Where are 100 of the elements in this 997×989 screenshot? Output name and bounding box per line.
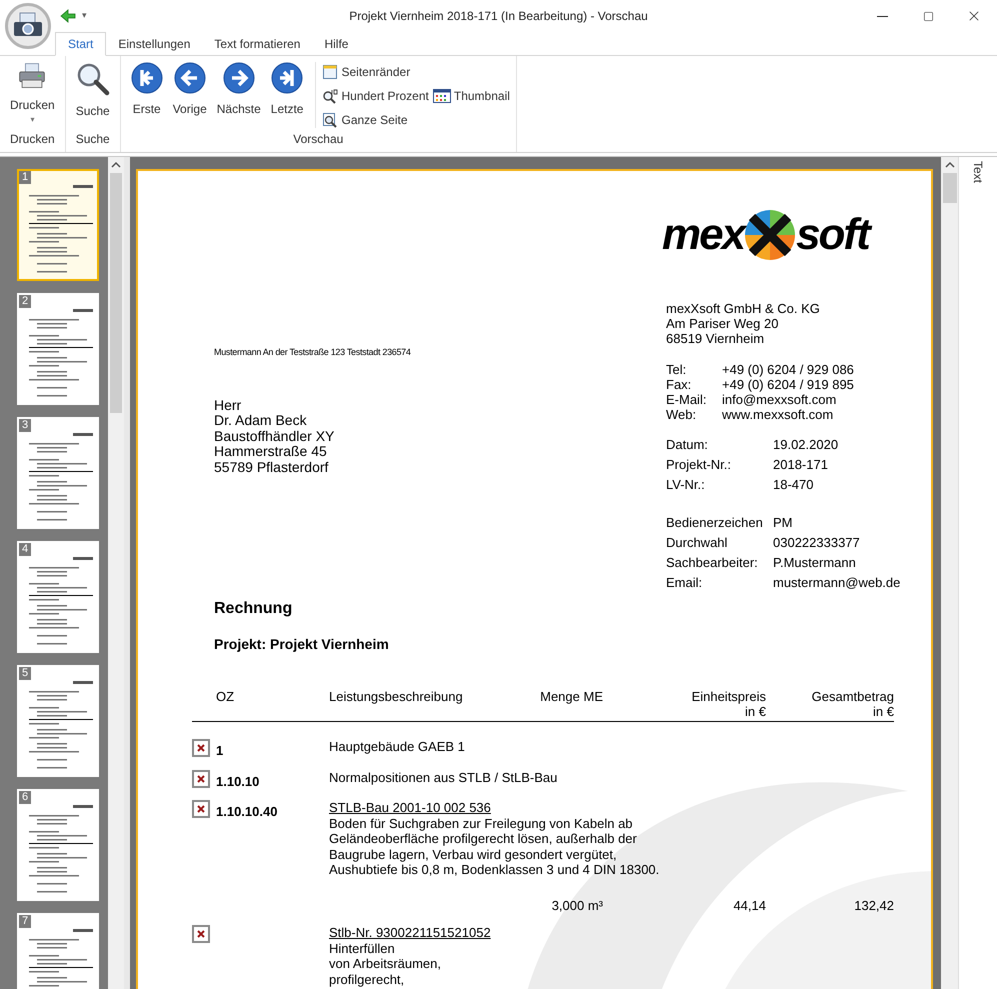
ribbon-small-button[interactable]: Thumbnail — [432, 86, 510, 106]
column-header: Menge ME — [539, 689, 603, 706]
missing-image-icon — [192, 770, 210, 788]
page-thumbnail[interactable]: 1 — [17, 169, 99, 281]
ribbon-button[interactable]: Vorige — [168, 62, 211, 124]
page-thumbnail[interactable]: 3 — [17, 417, 99, 529]
contact-value: +49 (0) 6204 / 929 086 — [722, 362, 855, 377]
page-thumbnail[interactable]: 4 — [17, 541, 99, 653]
ribbon-group-label: Vorschau — [292, 131, 344, 148]
project-heading: Projekt: Projekt Viernheim — [214, 635, 390, 654]
caret-icon: ▾ — [30, 116, 34, 124]
ribbon-small-button[interactable]: Ganze Seite — [322, 110, 510, 130]
position-description: Hinterfüllen von Arbeitsräumen, profilgerecht, — [329, 940, 442, 987]
page-margins-icon — [322, 64, 338, 80]
page-number: 6 — [19, 791, 32, 804]
ribbon-button[interactable]: Drucken ▾ — [6, 62, 59, 124]
contact-value: +49 (0) 6204 / 919 895 — [722, 377, 855, 392]
page-thumbnail[interactable]: 6 — [17, 789, 99, 901]
column-header: Gesamtbetrag in € — [810, 689, 894, 719]
contact-value: www.mexxsoft.com — [722, 407, 834, 422]
ribbon-button[interactable]: Suche — [72, 62, 114, 124]
arrow-right-icon — [222, 62, 255, 94]
window-title: Projekt Viernheim 2018-171 (In Bearbeitung) - Vorschau — [349, 8, 648, 25]
staff-label: Durchwahl — [666, 534, 728, 552]
document-heading: Rechnung — [214, 599, 294, 619]
unit-price: 44,14 — [732, 896, 766, 914]
column-header: OZ — [216, 689, 236, 706]
ribbon-group-label: Suche — [74, 131, 111, 148]
thumbnail-grid-icon — [432, 88, 451, 104]
meta-value: 19.02.2020 — [773, 436, 840, 454]
ribbon-tab[interactable]: Einstellungen — [106, 32, 202, 56]
missing-image-icon — [192, 925, 210, 943]
meta-value: 2018-171 — [773, 456, 829, 474]
ribbon-button[interactable]: Erste — [126, 62, 167, 124]
position-title: STLB-Bau 2001-10 002 536 — [329, 800, 491, 816]
meta-label: LV-Nr.: — [666, 476, 706, 494]
page-thumbnail[interactable]: 5 — [17, 665, 99, 777]
meta-label: Datum: — [666, 436, 709, 454]
missing-image-icon — [192, 800, 210, 818]
page-thumbnail[interactable]: 7 — [17, 913, 99, 989]
page-number: 5 — [19, 667, 32, 680]
company-address-line: 68519 Viernheim — [666, 331, 766, 346]
meta-value: 18-470 — [773, 476, 814, 494]
meta-label: Projekt-Nr.: — [666, 456, 732, 474]
page-number: 1 — [19, 171, 32, 184]
ribbon-tab[interactable]: Hilfe — [312, 32, 360, 56]
column-header: Einheitspreis in € — [690, 689, 766, 719]
ribbon-button[interactable]: Letzte — [266, 62, 308, 124]
page-number: 7 — [19, 915, 32, 928]
recipient-line: Hammerstraße 45 — [214, 444, 328, 460]
recipient-line: Baustoffhändler XY — [214, 428, 336, 444]
page-number: 4 — [19, 543, 32, 556]
contact-label: Fax: — [666, 377, 692, 392]
logo-text: soft — [796, 213, 869, 257]
scrollbar-thumb[interactable] — [942, 173, 956, 203]
ribbon-small-button[interactable]: Hundert Prozent — [322, 86, 429, 106]
position-number: 1.10.10.40 — [216, 803, 278, 821]
contact-label: Tel: — [666, 362, 688, 377]
recipient-line: Herr — [214, 398, 242, 413]
side-panel-tab[interactable]: Text — [969, 161, 987, 184]
position-number: 1 — [216, 742, 224, 760]
ribbon-group-label: Drucken — [9, 131, 56, 148]
staff-label: Sachbearbeiter: — [666, 554, 759, 572]
scrollbar-thumb[interactable] — [110, 173, 122, 413]
page-number: 2 — [19, 295, 32, 308]
ribbon-small-button[interactable]: Seitenränder — [322, 62, 510, 82]
position-title: Hauptgebäude GAEB 1 — [329, 739, 465, 754]
ribbon-button[interactable]: Nächste — [212, 62, 265, 124]
last-page-icon — [271, 62, 304, 94]
back-arrow-icon[interactable] — [60, 9, 76, 23]
scrollbar[interactable] — [941, 157, 959, 989]
maximize-icon — [922, 10, 934, 22]
staff-label: Email: — [666, 574, 704, 592]
magnifier-icon — [322, 88, 338, 104]
staff-value: P.Mustermann — [773, 554, 857, 572]
position-number: 1.10.10 — [216, 772, 260, 790]
contact-label: E-Mail: — [666, 392, 708, 407]
company-address-line: mexXsoft GmbH & Co. KG — [666, 301, 821, 316]
contact-label: Web: — [666, 407, 698, 422]
quick-access-caret[interactable]: ▾ — [82, 9, 87, 23]
company-address-line: Am Pariser Weg 20 — [666, 316, 780, 331]
scrollbar[interactable] — [108, 157, 124, 989]
staff-value: 030222333377 — [773, 534, 861, 552]
search-icon — [76, 62, 110, 96]
missing-image-icon — [192, 739, 210, 757]
staff-value: mustermann@web.de — [773, 574, 900, 592]
quantity: 3,000 m³ — [550, 896, 603, 914]
ribbon-tab[interactable]: Start — [55, 32, 106, 56]
ribbon-tab[interactable]: Text formatieren — [202, 32, 312, 56]
recipient-line: Dr. Adam Beck — [214, 413, 308, 428]
page-thumbnail[interactable]: 2 — [17, 293, 99, 405]
position-title: Normalpositionen aus STLB / StLB-Bau — [329, 770, 558, 785]
position-title: Stlb-Nr. 9300221151521052 — [329, 925, 491, 940]
recipient-line: 55789 Pflasterdorf — [214, 460, 330, 475]
arrow-left-icon — [174, 62, 206, 94]
logo-text: mex — [662, 213, 744, 257]
app-menu-button[interactable] — [5, 3, 51, 49]
sender-line: Mustermann An der Teststraße 123 Teststadt 236574 — [214, 346, 412, 359]
first-page-icon — [130, 62, 163, 94]
staff-label: Bedienerzeichen — [666, 514, 764, 532]
